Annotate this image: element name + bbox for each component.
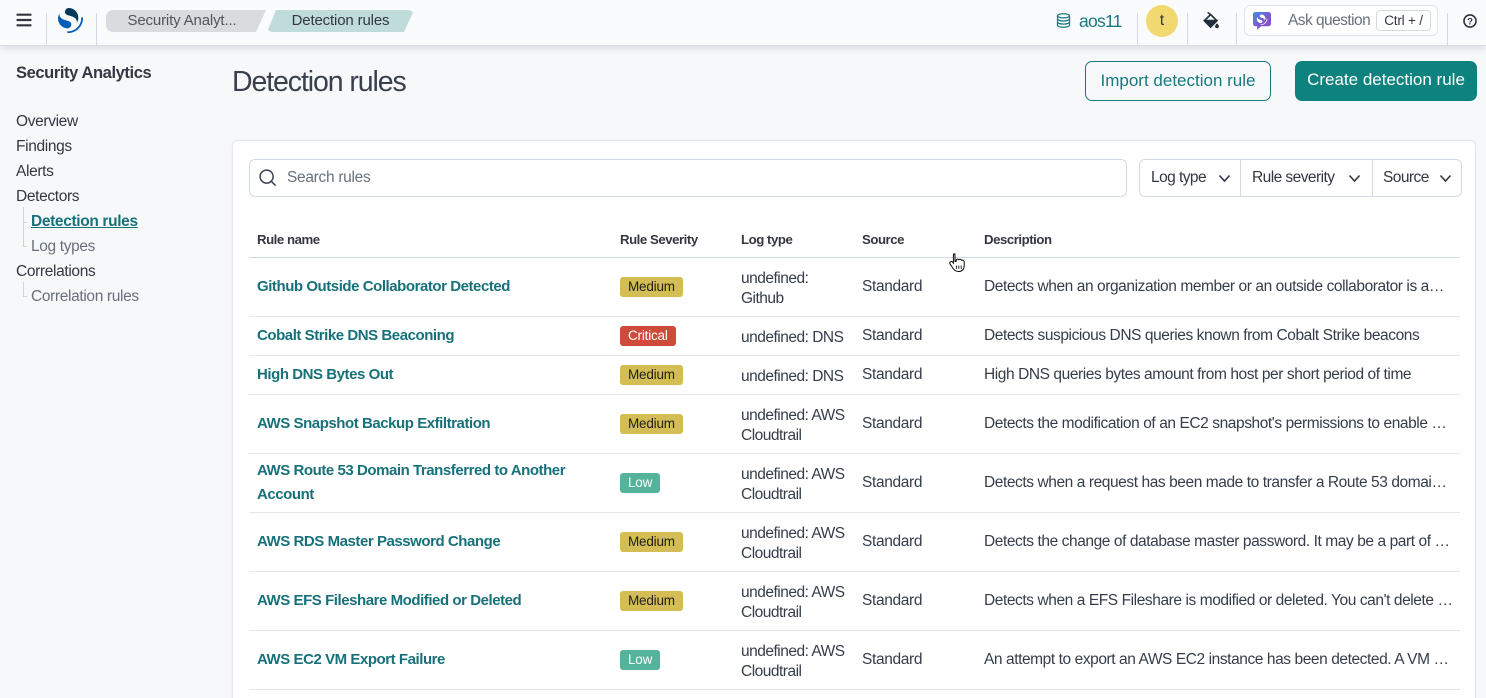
svg-text:?: ?: [1467, 17, 1473, 28]
